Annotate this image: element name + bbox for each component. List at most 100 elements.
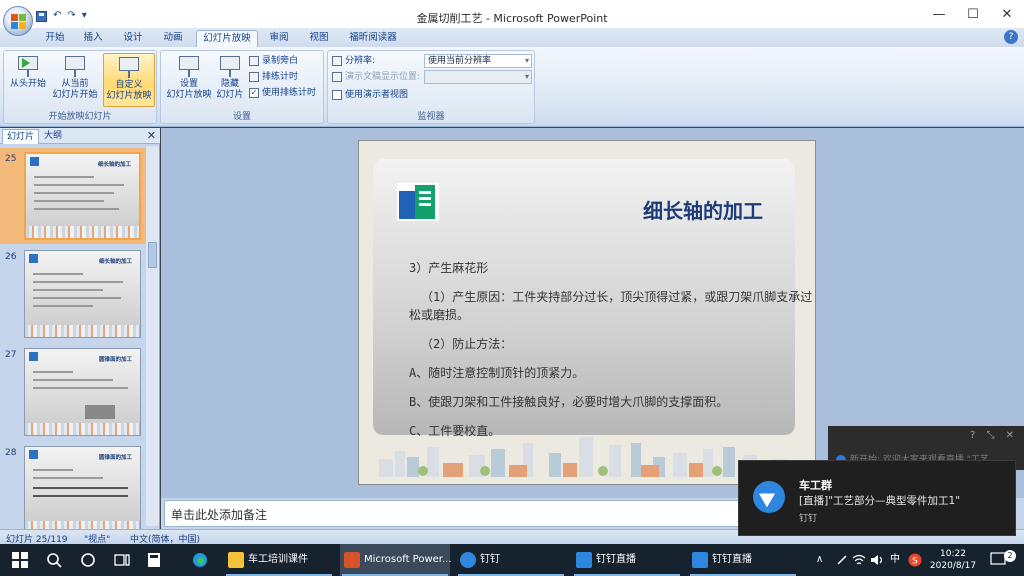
tab-view[interactable]: 视图 — [302, 30, 336, 47]
custom-slideshow-icon — [116, 54, 142, 80]
calculator-icon[interactable] — [146, 552, 162, 568]
slide-logo-icon — [29, 450, 38, 459]
slide-thumbnail[interactable]: 圆锥面的加工 — [24, 348, 141, 436]
office-button[interactable] — [3, 6, 33, 36]
taskbar-item-dingtalk[interactable]: 钉钉 — [456, 544, 566, 576]
tab-animations[interactable]: 动画 — [156, 30, 190, 47]
group-label: 监视器 — [417, 112, 445, 122]
group-start-slideshow: 从头开始 从当前 幻灯片开始 自定义 幻灯片放映 开始放映幻灯片 — [3, 50, 157, 124]
slide-logo-icon — [29, 352, 38, 361]
taskbar-item-powerpoint[interactable]: Microsoft Power... — [340, 544, 452, 576]
dingtalk-live-icon — [692, 552, 708, 568]
sogou-ime-icon[interactable]: S — [908, 553, 922, 567]
tab-slideshow[interactable]: 幻灯片放映 — [196, 30, 258, 47]
rehearse-timings-button[interactable]: 排练计时 — [249, 70, 298, 84]
notification-title: 车工群 — [799, 479, 832, 492]
office-logo-icon — [11, 14, 26, 29]
body-line: （1）产生原因：工件夹持部分过长，顶尖顶得过紧，或跟刀架爪脚支承过松或磨损。 — [409, 290, 813, 322]
group-setup: 设置 幻灯片放映 隐藏 幻灯片 录制旁白 排练计时 ✓ 使用排练计时 设置 — [160, 50, 324, 124]
slide-body-text[interactable]: 3）产生麻花形 （1）产生原因：工件夹持部分过长，顶尖顶得过紧，或跟刀架爪脚支承… — [409, 259, 819, 451]
toast-notification[interactable]: 车工群 [直播]"工艺部分—典型零件加工1" 钉钉 — [738, 460, 1016, 536]
use-timings-checkbox[interactable]: ✓ 使用排练计时 — [249, 86, 316, 100]
tab-design[interactable]: 设计 — [116, 30, 150, 47]
from-current-slide-button[interactable]: 从当前 幻灯片开始 — [50, 53, 100, 107]
edge-browser-icon[interactable] — [192, 552, 208, 568]
slide-title[interactable]: 细长轴的加工 — [643, 195, 763, 224]
slide-thumbnail[interactable]: 细长轴的加工 — [24, 152, 141, 240]
resolution-dropdown[interactable]: 使用当前分辨率 — [424, 54, 532, 68]
maximize-button[interactable]: ☐ — [956, 0, 990, 30]
custom-slideshow-button[interactable]: 自定义 幻灯片放映 — [103, 53, 155, 107]
search-icon[interactable] — [46, 552, 62, 568]
taskbar-item-dingtalk-live[interactable]: 钉钉直播 — [572, 544, 682, 576]
volume-icon[interactable] — [870, 554, 884, 566]
body-line: （2）防止方法： — [421, 337, 513, 351]
slide-number: 25 — [5, 154, 17, 164]
dingtalk-icon — [460, 552, 476, 568]
tab-slides[interactable]: 幻灯片 — [2, 129, 40, 144]
group-label: 设置 — [232, 112, 251, 122]
scrollbar-thumb[interactable] — [148, 242, 157, 268]
system-clock[interactable]: 10:22 2020/8/17 — [928, 548, 978, 572]
tab-home[interactable]: 开始 — [38, 30, 72, 47]
hide-slide-icon — [217, 53, 243, 79]
dingtalk-live-icon — [576, 552, 592, 568]
task-view-icon[interactable] — [114, 552, 130, 568]
group-monitors: 分辨率: 使用当前分辨率 演示文稿显示位置: 使用演示者视图 监视器 — [327, 50, 535, 124]
group-label: 开始放映幻灯片 — [48, 112, 112, 122]
help-icon[interactable]: ? — [1004, 30, 1018, 44]
city-skyline-decoration — [379, 437, 787, 477]
tab-insert[interactable]: 插入 — [76, 30, 110, 47]
window-title: 金属切削工艺 - Microsoft PowerPoint — [416, 12, 608, 25]
resolution-label: 分辨率: — [332, 54, 375, 68]
cortana-icon[interactable] — [80, 552, 96, 568]
slide-thumbnail[interactable]: 圆锥面的加工 — [24, 446, 141, 534]
powerpoint-icon — [344, 552, 360, 568]
ribbon-tabs: 开始 插入 设计 动画 幻灯片放映 审阅 视图 福昕阅读器 ? — [0, 28, 1024, 47]
close-button[interactable]: ✕ — [990, 0, 1024, 30]
body-line: B、使跟刀架和工件接触良好，必要时增大爪脚的支撑面积。 — [409, 395, 729, 409]
windows-start-icon[interactable] — [12, 552, 28, 568]
checkbox-checked-icon: ✓ — [249, 88, 259, 98]
svg-text:S: S — [912, 557, 918, 567]
record-narration-button[interactable]: 录制旁白 — [249, 54, 298, 68]
hide-slide-button[interactable]: 隐藏 幻灯片 — [215, 53, 245, 107]
slides-pane: 幻灯片 大纲 ✕ 25 细长轴的加工 26 细长轴的加工 27 圆锥面的加工 2… — [0, 128, 160, 534]
tab-review[interactable]: 审阅 — [262, 30, 296, 47]
slide-thumbnail[interactable]: 细长轴的加工 — [24, 250, 141, 338]
show-on-dropdown[interactable] — [424, 70, 532, 84]
show-hidden-icons[interactable]: ∧ — [816, 544, 823, 576]
ime-indicator[interactable]: 中 — [890, 544, 900, 576]
network-icon[interactable] — [852, 554, 866, 566]
close-pane-icon[interactable]: ✕ — [147, 129, 156, 142]
body-line: A、随时注意控制顶针的顶紧力。 — [409, 366, 585, 380]
setup-slideshow-button[interactable]: 设置 幻灯片放映 — [164, 53, 214, 107]
slide-number: 27 — [5, 350, 17, 360]
slideshow-current-icon — [62, 53, 88, 79]
from-beginning-button[interactable]: 从头开始 — [7, 53, 49, 107]
pane-scrollbar[interactable] — [146, 146, 159, 526]
taskbar-item-folder[interactable]: 车工培训课件 — [224, 544, 334, 576]
microphone-icon — [249, 56, 259, 66]
clock-icon — [249, 72, 259, 82]
body-line: 3）产生麻花形 — [409, 261, 489, 275]
minimize-button[interactable]: — — [922, 0, 956, 30]
tab-foxit-reader[interactable]: 福昕阅读器 — [342, 30, 404, 47]
presenter-view-checkbox[interactable]: 使用演示者视图 — [332, 88, 408, 102]
ribbon: 从头开始 从当前 幻灯片开始 自定义 幻灯片放映 开始放映幻灯片 设置 幻灯片放… — [0, 47, 1024, 127]
current-slide[interactable]: 细长轴的加工 3）产生麻花形 （1）产生原因：工件夹持部分过长，顶尖顶得过紧，或… — [358, 140, 816, 485]
notification-source: 钉钉 — [799, 514, 818, 524]
monitor-icon — [332, 72, 342, 82]
title-bar: ↶ ↷ ▾ 金属切削工艺 - Microsoft PowerPoint — ☐ … — [0, 0, 1024, 30]
pen-icon[interactable] — [836, 554, 848, 566]
slide-number: 28 — [5, 448, 17, 458]
slideshow-play-icon — [15, 53, 41, 79]
taskbar: 车工培训课件 Microsoft Power... 钉钉 钉钉直播 钉钉直播 ∧… — [0, 544, 1024, 576]
resolution-icon — [332, 56, 342, 66]
pane-tabs: 幻灯片 大纲 ✕ — [0, 128, 160, 144]
notification-count-badge: 2 — [1004, 550, 1016, 562]
notification-controls-icon[interactable]: ? ⤡ ✕ — [970, 430, 1018, 441]
slide-logo-icon — [29, 254, 38, 263]
tab-outline[interactable]: 大纲 — [40, 129, 66, 144]
taskbar-item-dingtalk-live[interactable]: 钉钉直播 — [688, 544, 798, 576]
